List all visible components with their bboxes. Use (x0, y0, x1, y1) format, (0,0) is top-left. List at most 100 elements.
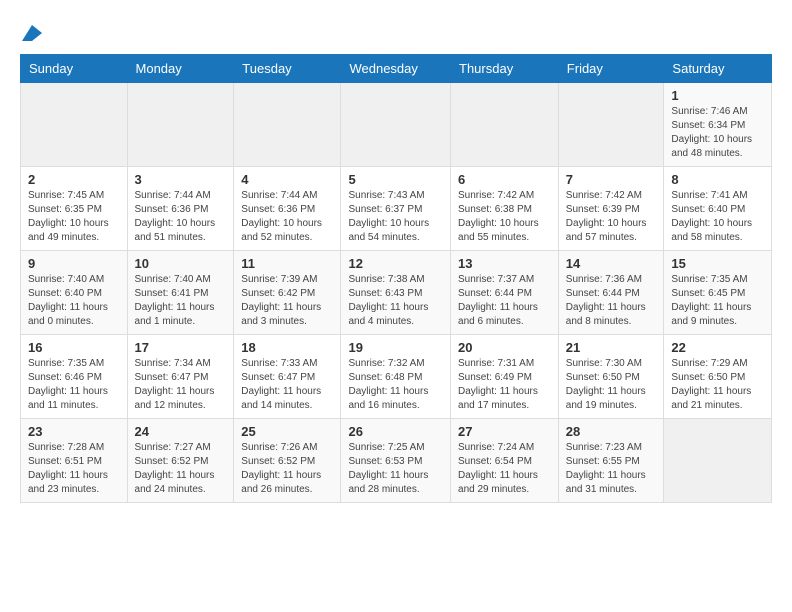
day-cell: 10 Sunrise: 7:40 AM Sunset: 6:41 PM Dayli… (127, 251, 234, 335)
day-cell: 3 Sunrise: 7:44 AM Sunset: 6:36 PM Daylig… (127, 167, 234, 251)
day-cell: 19 Sunrise: 7:32 AM Sunset: 6:48 PM Dayli… (341, 335, 451, 419)
day-content: Sunrise: 7:44 AM Sunset: 6:36 PM Dayligh… (241, 189, 333, 245)
day-number: 17 (135, 340, 227, 355)
day-number: 20 (458, 340, 551, 355)
day-cell: 25 Sunrise: 7:26 AM Sunset: 6:52 PM Dayli… (234, 419, 341, 503)
day-content: Sunrise: 7:39 AM Sunset: 6:42 PM Dayligh… (241, 273, 333, 329)
weekday-header-monday: Monday (127, 55, 234, 83)
weekday-header-tuesday: Tuesday (234, 55, 341, 83)
day-number: 25 (241, 424, 333, 439)
day-cell: 12 Sunrise: 7:38 AM Sunset: 6:43 PM Dayli… (341, 251, 451, 335)
day-cell (341, 83, 451, 167)
day-number: 22 (671, 340, 764, 355)
calendar-table: SundayMondayTuesdayWednesdayThursdayFrid… (20, 54, 772, 503)
day-content: Sunrise: 7:41 AM Sunset: 6:40 PM Dayligh… (671, 189, 764, 245)
day-cell: 13Sunrise: 7:37 AM Sunset: 6:44 PM Dayli… (451, 251, 559, 335)
day-cell: 18 Sunrise: 7:33 AM Sunset: 6:47 PM Dayli… (234, 335, 341, 419)
day-cell: 8 Sunrise: 7:41 AM Sunset: 6:40 PM Daylig… (664, 167, 772, 251)
day-number: 3 (135, 172, 227, 187)
weekday-header-wednesday: Wednesday (341, 55, 451, 83)
weekday-header-saturday: Saturday (664, 55, 772, 83)
day-content: Sunrise: 7:38 AM Sunset: 6:43 PM Dayligh… (348, 273, 443, 329)
page-header (20, 20, 772, 44)
day-content: Sunrise: 7:25 AM Sunset: 6:53 PM Dayligh… (348, 441, 443, 497)
week-row-3: 9 Sunrise: 7:40 AM Sunset: 6:40 PM Daylig… (21, 251, 772, 335)
day-number: 6 (458, 172, 551, 187)
day-cell: 2 Sunrise: 7:45 AM Sunset: 6:35 PM Daylig… (21, 167, 128, 251)
weekday-header-sunday: Sunday (21, 55, 128, 83)
day-cell: 16Sunrise: 7:35 AM Sunset: 6:46 PM Dayli… (21, 335, 128, 419)
weekday-header-row: SundayMondayTuesdayWednesdayThursdayFrid… (21, 55, 772, 83)
day-cell: 15 Sunrise: 7:35 AM Sunset: 6:45 PM Dayli… (664, 251, 772, 335)
day-cell: 14 Sunrise: 7:36 AM Sunset: 6:44 PM Dayli… (558, 251, 664, 335)
day-content: Sunrise: 7:43 AM Sunset: 6:37 PM Dayligh… (348, 189, 443, 245)
day-content: Sunrise: 7:35 AM Sunset: 6:45 PM Dayligh… (671, 273, 764, 329)
day-cell (451, 83, 559, 167)
day-cell: 23Sunrise: 7:28 AM Sunset: 6:51 PM Dayli… (21, 419, 128, 503)
day-cell: 17 Sunrise: 7:34 AM Sunset: 6:47 PM Dayli… (127, 335, 234, 419)
day-number: 23 (28, 424, 120, 439)
day-content: Sunrise: 7:42 AM Sunset: 6:38 PM Dayligh… (458, 189, 551, 245)
week-row-2: 2 Sunrise: 7:45 AM Sunset: 6:35 PM Daylig… (21, 167, 772, 251)
day-content: Sunrise: 7:34 AM Sunset: 6:47 PM Dayligh… (135, 357, 227, 413)
day-cell: 7 Sunrise: 7:42 AM Sunset: 6:39 PM Daylig… (558, 167, 664, 251)
day-number: 4 (241, 172, 333, 187)
day-cell: 9 Sunrise: 7:40 AM Sunset: 6:40 PM Daylig… (21, 251, 128, 335)
day-number: 14 (566, 256, 657, 271)
day-number: 11 (241, 256, 333, 271)
day-cell: 4 Sunrise: 7:44 AM Sunset: 6:36 PM Daylig… (234, 167, 341, 251)
day-number: 28 (566, 424, 657, 439)
day-cell: 27 Sunrise: 7:24 AM Sunset: 6:54 PM Dayli… (451, 419, 559, 503)
day-content: Sunrise: 7:27 AM Sunset: 6:52 PM Dayligh… (135, 441, 227, 497)
day-cell: 1 Sunrise: 7:46 AM Sunset: 6:34 PM Daylig… (664, 83, 772, 167)
day-content: Sunrise: 7:33 AM Sunset: 6:47 PM Dayligh… (241, 357, 333, 413)
day-number: 26 (348, 424, 443, 439)
week-row-1: 1 Sunrise: 7:46 AM Sunset: 6:34 PM Daylig… (21, 83, 772, 167)
day-cell: 24 Sunrise: 7:27 AM Sunset: 6:52 PM Dayli… (127, 419, 234, 503)
day-cell (558, 83, 664, 167)
day-content: Sunrise: 7:44 AM Sunset: 6:36 PM Dayligh… (135, 189, 227, 245)
day-number: 1 (671, 88, 764, 103)
day-cell: 26 Sunrise: 7:25 AM Sunset: 6:53 PM Dayli… (341, 419, 451, 503)
day-number: 19 (348, 340, 443, 355)
day-number: 9 (28, 256, 120, 271)
day-cell: 28Sunrise: 7:23 AM Sunset: 6:55 PM Dayli… (558, 419, 664, 503)
day-content: Sunrise: 7:36 AM Sunset: 6:44 PM Dayligh… (566, 273, 657, 329)
week-row-5: 23Sunrise: 7:28 AM Sunset: 6:51 PM Dayli… (21, 419, 772, 503)
day-cell: 6 Sunrise: 7:42 AM Sunset: 6:38 PM Daylig… (451, 167, 559, 251)
day-cell: 22 Sunrise: 7:29 AM Sunset: 6:50 PM Dayli… (664, 335, 772, 419)
day-number: 27 (458, 424, 551, 439)
day-content: Sunrise: 7:40 AM Sunset: 6:41 PM Dayligh… (135, 273, 227, 329)
day-content: Sunrise: 7:46 AM Sunset: 6:34 PM Dayligh… (671, 105, 764, 161)
day-content: Sunrise: 7:32 AM Sunset: 6:48 PM Dayligh… (348, 357, 443, 413)
day-number: 5 (348, 172, 443, 187)
day-number: 15 (671, 256, 764, 271)
day-number: 10 (135, 256, 227, 271)
day-content: Sunrise: 7:29 AM Sunset: 6:50 PM Dayligh… (671, 357, 764, 413)
day-content: Sunrise: 7:35 AM Sunset: 6:46 PM Dayligh… (28, 357, 120, 413)
day-content: Sunrise: 7:31 AM Sunset: 6:49 PM Dayligh… (458, 357, 551, 413)
day-number: 12 (348, 256, 443, 271)
day-cell (664, 419, 772, 503)
day-number: 24 (135, 424, 227, 439)
day-cell (234, 83, 341, 167)
weekday-header-friday: Friday (558, 55, 664, 83)
day-number: 21 (566, 340, 657, 355)
day-number: 8 (671, 172, 764, 187)
day-cell (21, 83, 128, 167)
day-content: Sunrise: 7:26 AM Sunset: 6:52 PM Dayligh… (241, 441, 333, 497)
weekday-header-thursday: Thursday (451, 55, 559, 83)
day-content: Sunrise: 7:24 AM Sunset: 6:54 PM Dayligh… (458, 441, 551, 497)
day-content: Sunrise: 7:40 AM Sunset: 6:40 PM Dayligh… (28, 273, 120, 329)
day-content: Sunrise: 7:42 AM Sunset: 6:39 PM Dayligh… (566, 189, 657, 245)
day-content: Sunrise: 7:30 AM Sunset: 6:50 PM Dayligh… (566, 357, 657, 413)
day-number: 7 (566, 172, 657, 187)
logo-text (20, 20, 44, 44)
day-cell: 5 Sunrise: 7:43 AM Sunset: 6:37 PM Daylig… (341, 167, 451, 251)
logo-icon (22, 25, 42, 41)
day-content: Sunrise: 7:45 AM Sunset: 6:35 PM Dayligh… (28, 189, 120, 245)
logo (20, 20, 44, 44)
day-number: 2 (28, 172, 120, 187)
day-number: 18 (241, 340, 333, 355)
day-number: 13 (458, 256, 551, 271)
